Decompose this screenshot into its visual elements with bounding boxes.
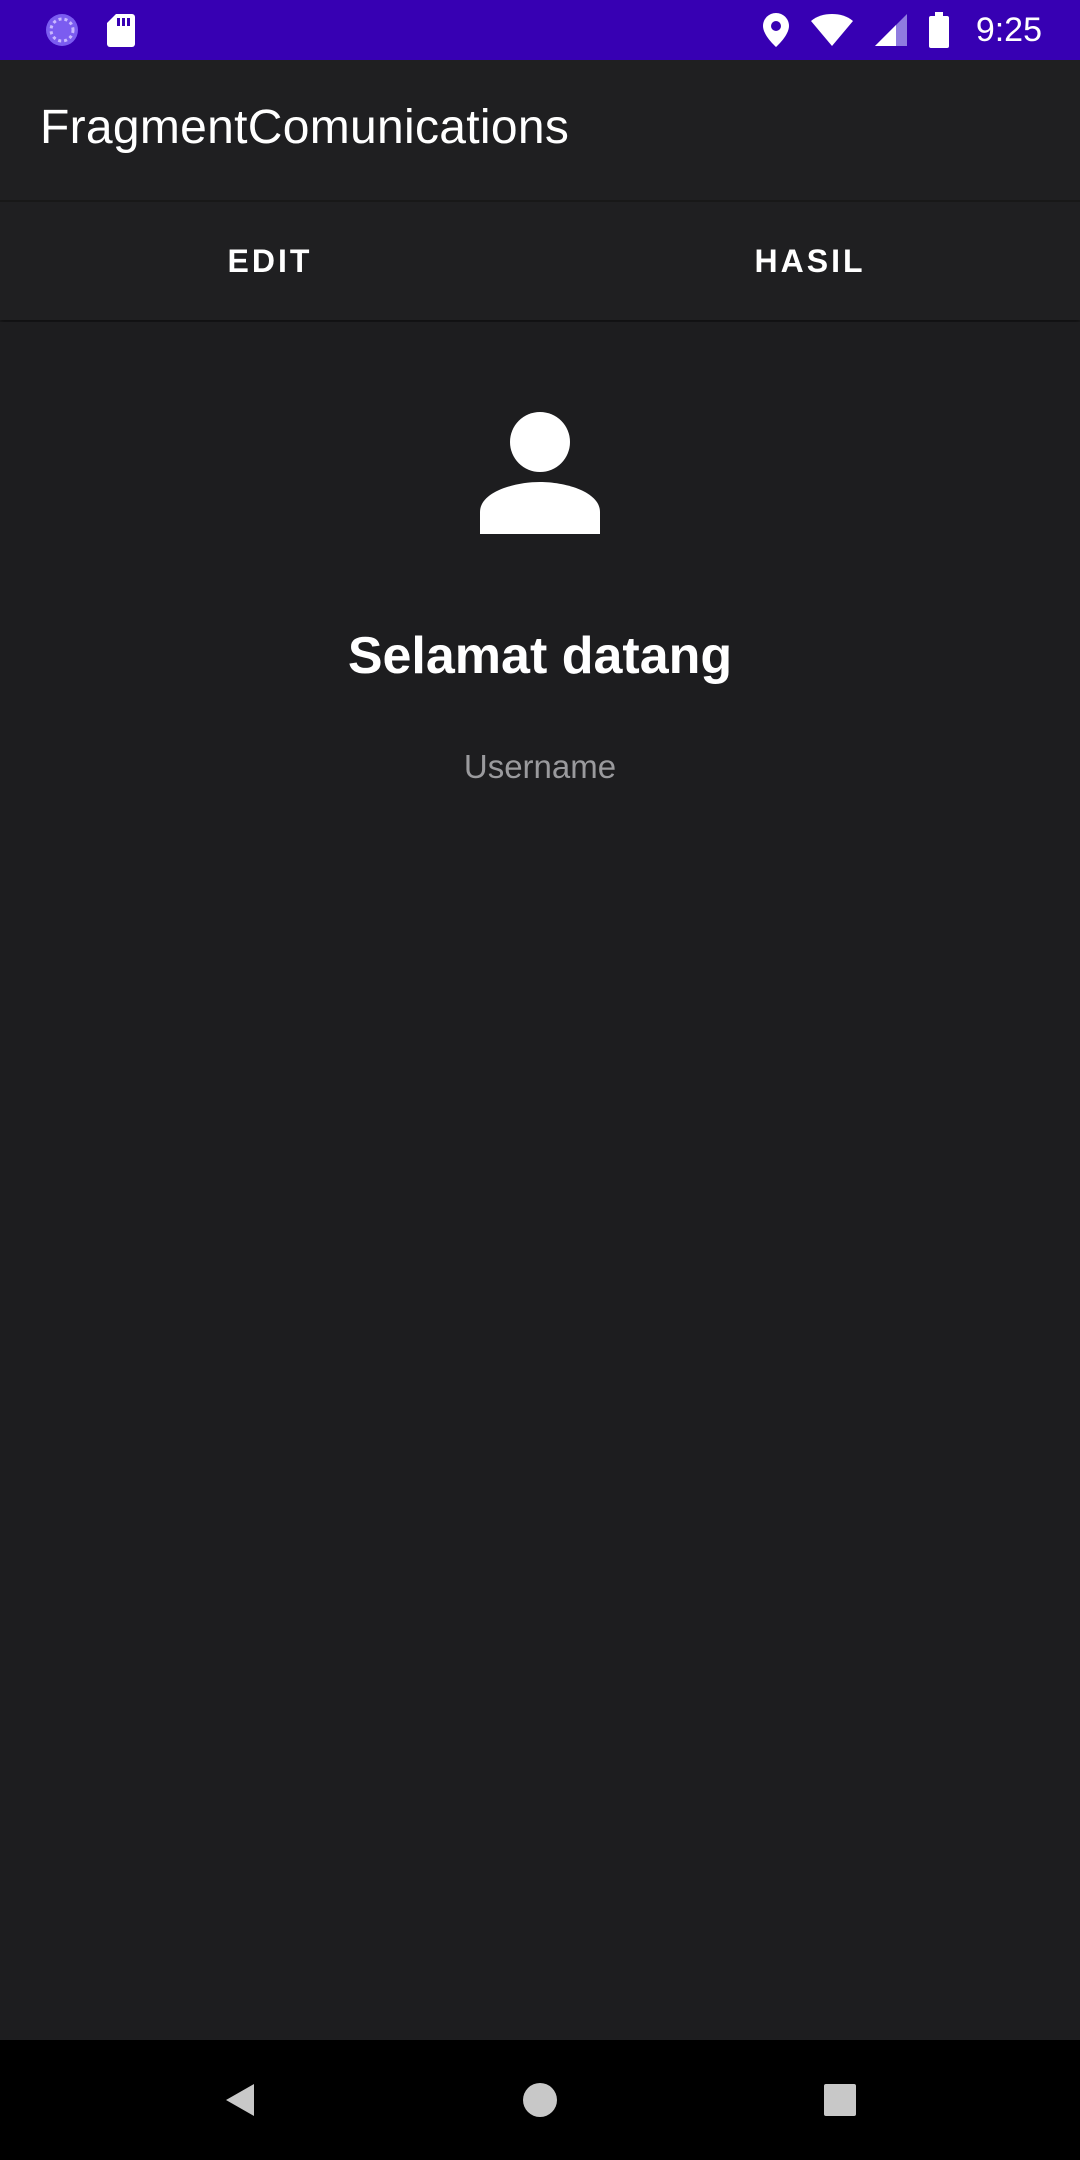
location-icon bbox=[762, 12, 790, 48]
wifi-icon bbox=[810, 13, 854, 47]
battery-icon bbox=[928, 12, 950, 48]
back-button[interactable] bbox=[210, 2070, 270, 2130]
username-label: Username bbox=[463, 748, 617, 785]
status-time: 9:25 bbox=[975, 10, 1042, 49]
sd-card-icon bbox=[106, 12, 136, 48]
tab-bar: EDIT HASIL bbox=[0, 202, 1080, 320]
status-bar-left bbox=[44, 10, 136, 50]
system-nav-bar bbox=[0, 2040, 1080, 2160]
welcome-heading: Selamat datang bbox=[347, 627, 733, 685]
recents-icon bbox=[824, 2084, 856, 2116]
home-icon bbox=[523, 2083, 557, 2117]
person-icon bbox=[476, 406, 604, 534]
cell-signal-icon bbox=[874, 13, 908, 47]
tab-edit[interactable]: EDIT bbox=[0, 202, 540, 320]
sync-circle-icon bbox=[44, 12, 80, 48]
app-title: FragmentComunications bbox=[40, 101, 570, 154]
app-bar: FragmentComunications bbox=[0, 60, 1080, 202]
status-bar: 9:25 bbox=[0, 0, 1080, 60]
recents-button[interactable] bbox=[810, 2070, 870, 2130]
app-screen: 9:25 FragmentComunications EDIT HASIL Se… bbox=[0, 0, 1080, 2160]
tab-hasil[interactable]: HASIL bbox=[540, 202, 1080, 320]
status-bar-right: 9:25 bbox=[762, 8, 1042, 52]
main-content: Selamat datang Username bbox=[0, 322, 1080, 2040]
back-icon bbox=[226, 2084, 254, 2116]
home-button[interactable] bbox=[510, 2070, 570, 2130]
